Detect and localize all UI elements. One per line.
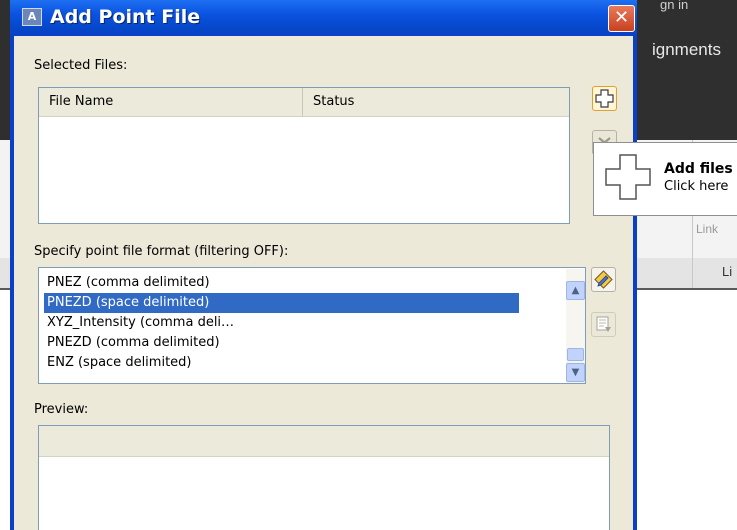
- chevron-up-icon: ▲: [571, 285, 580, 296]
- files-table-header: File Name Status: [39, 88, 569, 117]
- background-ribbon-label: ignments: [652, 40, 721, 59]
- background-panel-label: Li: [722, 264, 733, 279]
- format-item[interactable]: PNEZ (comma delimited): [44, 273, 519, 293]
- add-files-button[interactable]: [592, 86, 617, 111]
- format-manager-icon: [596, 316, 611, 332]
- preview-table-header: [39, 426, 609, 457]
- dialog-title-bar[interactable]: A Add Point File ✕: [10, 0, 637, 36]
- format-label: Specify point file format (filtering OFF…: [34, 244, 289, 259]
- tooltip-subtitle: Click here: [664, 179, 729, 194]
- selected-files-table[interactable]: File Name Status: [38, 87, 570, 224]
- plus-icon: [595, 89, 614, 108]
- close-button[interactable]: ✕: [608, 5, 635, 32]
- scroll-up-button[interactable]: ▲: [566, 281, 585, 300]
- preview-label: Preview:: [34, 402, 89, 417]
- column-header-file-name[interactable]: File Name: [39, 88, 303, 116]
- app-icon: A: [22, 8, 42, 26]
- point-file-format-list[interactable]: PNEZ (comma delimited) PNEZD (space deli…: [38, 267, 586, 384]
- edit-format-button[interactable]: [591, 267, 616, 292]
- format-item[interactable]: XYZ_Intensity (comma deli…: [44, 313, 519, 333]
- dialog-title: Add Point File: [50, 6, 201, 28]
- scroll-down-button[interactable]: ▼: [566, 363, 585, 382]
- background-link-label: Link: [696, 222, 719, 236]
- format-item[interactable]: ENZ (space delimited): [44, 353, 519, 373]
- add-point-file-dialog: A Add Point File ✕ Selected Files: File …: [10, 0, 637, 530]
- plus-icon: [605, 154, 651, 200]
- format-manager-button[interactable]: [591, 312, 616, 337]
- format-edit-icon: [594, 270, 613, 289]
- background-sign-in-text: gn in: [660, 0, 689, 12]
- add-files-tooltip: Add files Click here: [593, 142, 737, 216]
- selected-files-label: Selected Files:: [34, 58, 128, 73]
- format-item[interactable]: PNEZD (comma delimited): [44, 333, 519, 353]
- tooltip-title: Add files: [664, 161, 733, 177]
- scrollbar-thumb[interactable]: [567, 348, 584, 361]
- chevron-down-icon: ▼: [571, 367, 580, 378]
- column-header-status[interactable]: Status: [303, 88, 569, 116]
- close-icon: ✕: [613, 7, 630, 28]
- format-list-scrollbar[interactable]: ▲ ▼: [566, 269, 585, 383]
- format-item-selected[interactable]: PNEZD (space delimited): [44, 293, 519, 313]
- preview-table[interactable]: [38, 425, 610, 530]
